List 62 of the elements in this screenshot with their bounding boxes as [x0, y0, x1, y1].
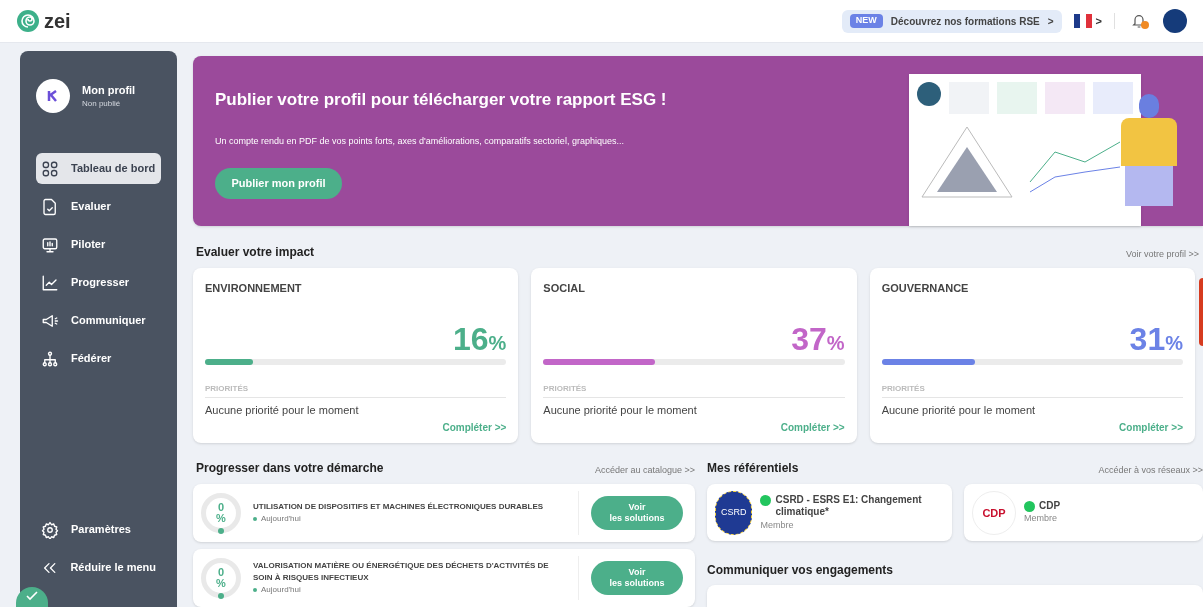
action-date: Aujourd'hui [253, 584, 566, 597]
section-title: Mes référentiels [707, 460, 799, 478]
k-mark-icon [47, 90, 59, 102]
nav-item[interactable]: Réduire le menu [36, 552, 161, 583]
score-value: 16% [452, 322, 507, 355]
promo-text: Découvrez nos formations RSE [890, 14, 1040, 29]
member-role: Membre [760, 518, 795, 532]
logo-text: zei [44, 9, 71, 34]
card-title: SOCIAL [543, 281, 586, 297]
language-selector[interactable]: > [1073, 12, 1115, 30]
profile-name[interactable]: Mon profil [82, 81, 136, 99]
flag-icon [1073, 14, 1092, 28]
grid-icon [41, 159, 59, 178]
hierarchy-icon [41, 349, 59, 368]
promo-banner[interactable]: NEW Découvrez nos formations RSE > [841, 9, 1062, 33]
action-title: UTILISATION DE DISPOSITIFS ET MACHINES ÉLECTRONIQUES DURABLES [253, 501, 545, 514]
document-check-icon [41, 197, 59, 216]
priorities-label: PRIORITÉS [543, 382, 845, 398]
card-title: ENVIRONNEMENT [205, 281, 303, 297]
section-title: Evaluer votre impact [196, 244, 315, 262]
profile-status: Non publié [82, 98, 122, 111]
priorities-text: Aucune priorité pour le moment [205, 402, 360, 418]
nav-item[interactable]: Evaluer [36, 191, 161, 222]
spiral-logo-icon [16, 9, 40, 33]
networks-link[interactable]: Accéder à vos réseaux >> [1098, 463, 1203, 478]
check-icon [26, 591, 38, 601]
nav-item[interactable]: Communiquer [36, 305, 161, 336]
card-title: GOUVERNANCE [881, 281, 970, 297]
nav-item[interactable]: Paramètres [36, 514, 161, 545]
nav-item[interactable]: Tableau de bord [36, 153, 161, 184]
nav-item[interactable]: Progresser [36, 267, 161, 298]
score-value: 37% [791, 322, 845, 355]
catalogue-link[interactable]: Accéder au catalogue >> [594, 463, 695, 478]
framework-name: CSRD - ESRS E1: Changement climatique* [775, 493, 923, 519]
score-value: 31% [1129, 322, 1183, 355]
section-title: Communiquer vos engagements [707, 562, 895, 580]
banner-title: Publier votre profil pour télécharger votre rapport ESG ! [215, 89, 668, 111]
priorities-text: Aucune priorité pour le moment [881, 402, 1037, 418]
priorities-label: PRIORITÉS [881, 382, 1183, 398]
framework-name: CDP [1039, 499, 1061, 513]
action-date: Aujourd'hui [253, 513, 566, 526]
monitor-icon [41, 235, 59, 254]
progress-ring: 0 % [201, 493, 241, 534]
nav-item[interactable]: Fédérer [36, 343, 161, 374]
member-role: Membre [1024, 512, 1058, 526]
trend-chart-icon [41, 273, 59, 292]
profile-link[interactable]: Voir votre profil >> [1125, 247, 1199, 262]
bell-icon [1131, 13, 1147, 29]
nav-item[interactable]: Piloter [36, 229, 161, 260]
eu-flag-logo: CSRD [715, 490, 753, 535]
new-badge: NEW [849, 14, 883, 28]
priorities-label: PRIORITÉS [205, 382, 507, 398]
priorities-text: Aucune priorité pour le moment [543, 402, 698, 418]
user-avatar[interactable] [1163, 9, 1187, 33]
action-title: VALORISATION MATIÈRE OU ÉNERGÉTIQUE DES DÉCHETS D'ACTIVITÉS DE SOIN À RISQUES INFECTIEUX [253, 560, 550, 585]
settings-icon [41, 520, 59, 539]
cdp-logo: CDP [972, 490, 1016, 535]
section-title: Progresser dans votre démarche [196, 460, 384, 478]
promo-chevron: > [1047, 14, 1054, 29]
floating-check-button[interactable] [16, 587, 48, 607]
progress-ring: 0 % [201, 558, 241, 599]
banner-text: Un compte rendu en PDF de vos points forts, axes d'améliorations, comparatifs sectoriel, graphiques... [215, 134, 625, 148]
